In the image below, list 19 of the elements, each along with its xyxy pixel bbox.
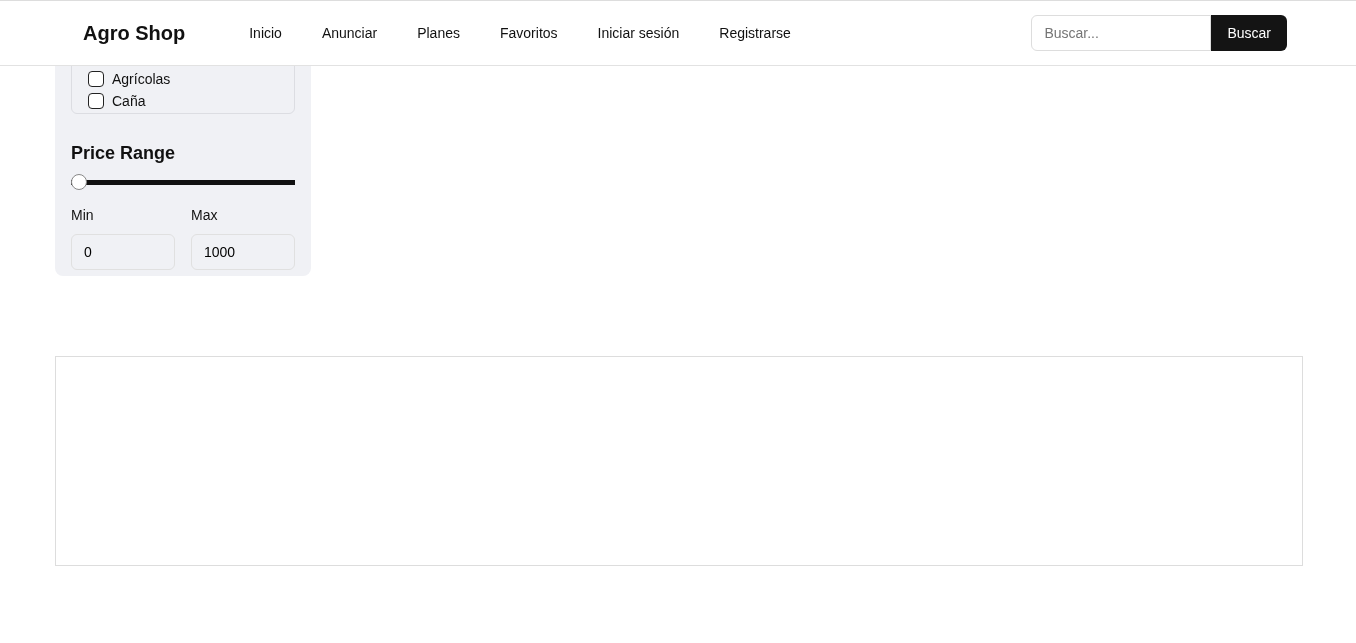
slider-thumb[interactable] — [71, 174, 87, 190]
nav-link[interactable]: Favoritos — [480, 22, 578, 44]
section-title: Price Range — [71, 142, 177, 165]
max-field[interactable]: 1000 — [191, 234, 295, 270]
search-button[interactable]: Buscar — [1211, 15, 1287, 51]
brand-logo[interactable]: Agro Shop — [83, 18, 186, 48]
search-field[interactable]: Buscar... — [1031, 15, 1212, 51]
nav-link[interactable]: Registrarse — [699, 22, 811, 44]
checkbox-label: Agrícolas — [112, 69, 171, 89]
checkbox[interactable] — [88, 93, 104, 109]
nav-link[interactable]: Iniciar sesión — [577, 22, 700, 44]
nav-link[interactable]: Inicio — [229, 22, 302, 44]
checkbox[interactable] — [88, 71, 104, 87]
field-label: Min — [71, 206, 95, 225]
nav-link[interactable]: Anunciar — [301, 22, 398, 44]
min-field[interactable]: 0 — [71, 234, 175, 270]
nav-link[interactable]: Planes — [397, 22, 480, 44]
field-label: Max — [191, 206, 219, 225]
checkbox-label: Caña — [112, 91, 146, 111]
